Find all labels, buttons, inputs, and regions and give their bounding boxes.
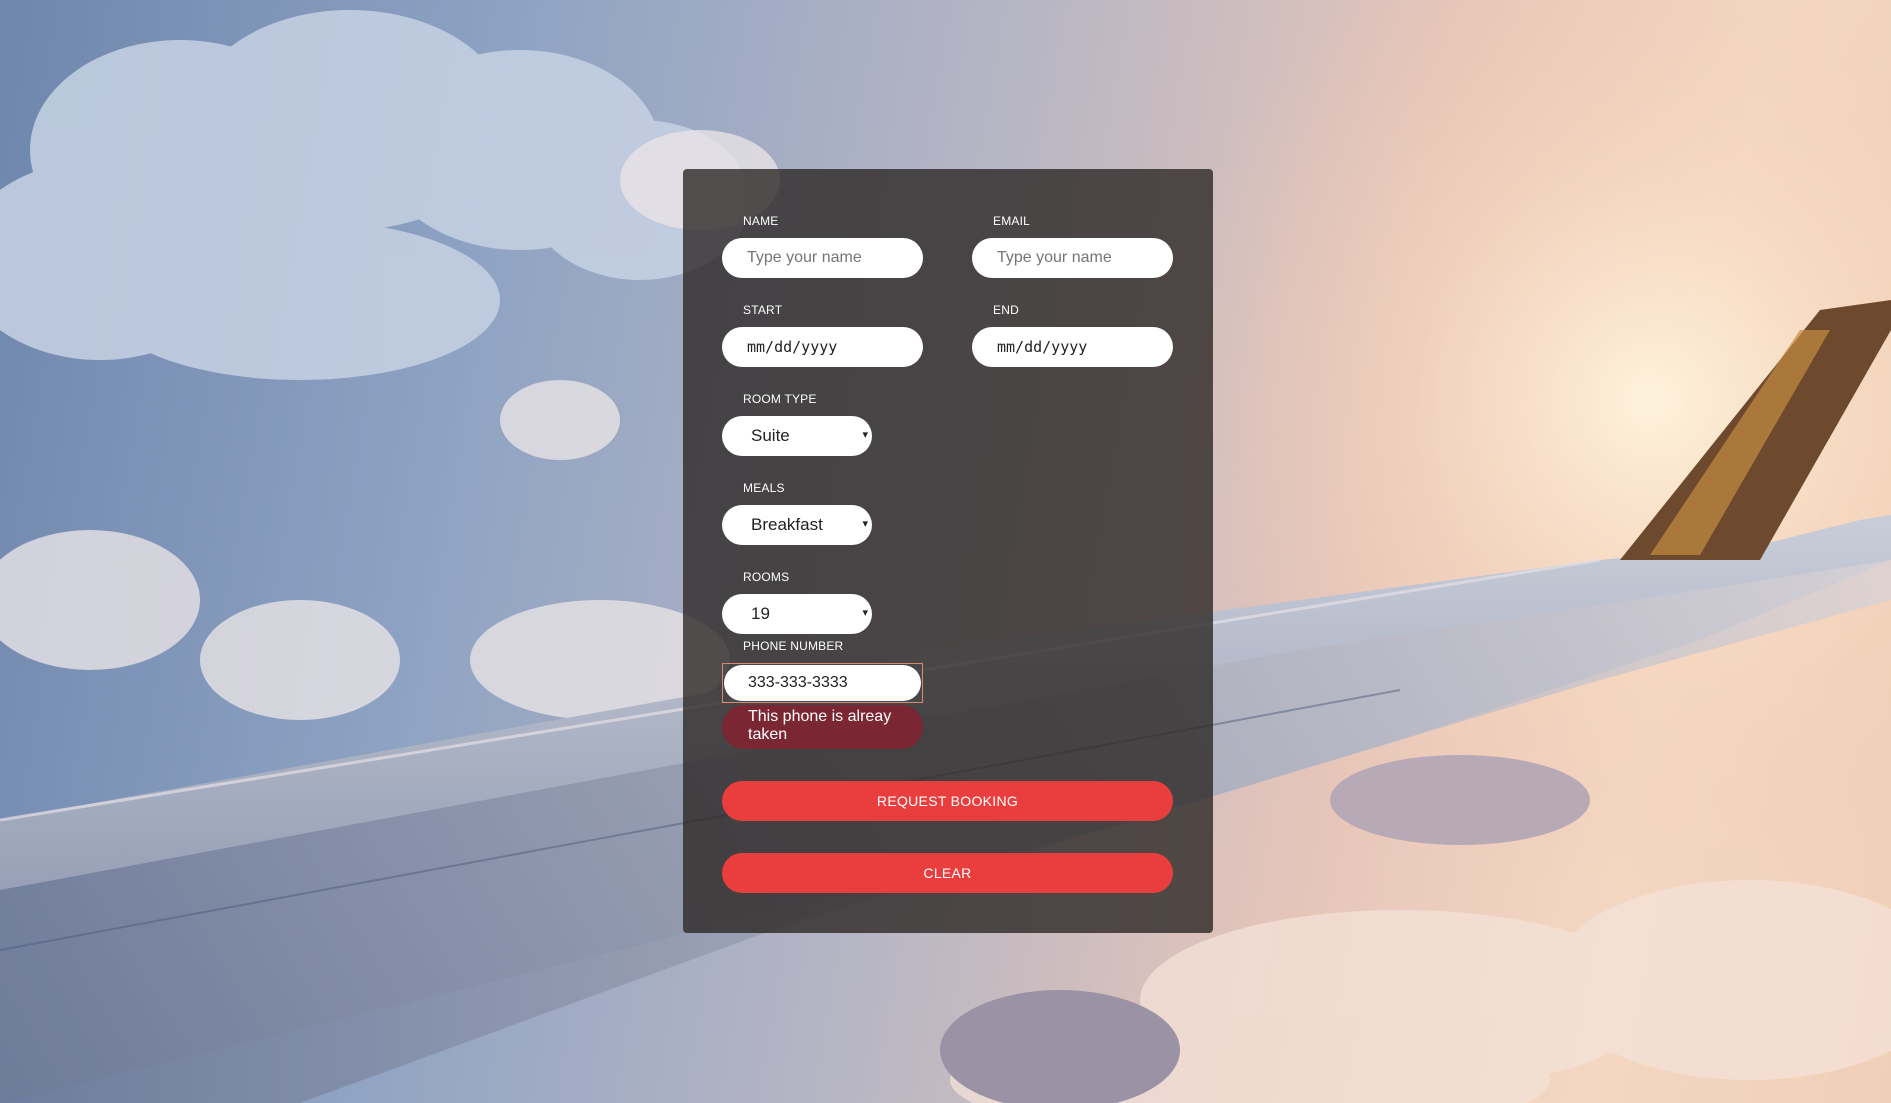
phone-label: PHONE NUMBER	[743, 639, 844, 653]
phone-error-message: This phone is alreay taken	[722, 705, 923, 749]
dropdown-arrow-icon: ▾	[862, 518, 868, 530]
phone-input[interactable]	[724, 665, 921, 701]
meals-select[interactable]: Breakfast ▾	[722, 505, 872, 545]
rooms-value: 19	[751, 604, 770, 623]
room-type-label: ROOM TYPE	[743, 392, 817, 406]
phone-field-invalid-outline	[722, 663, 923, 703]
email-input[interactable]	[972, 238, 1173, 278]
dropdown-arrow-icon: ▾	[862, 607, 868, 619]
rooms-select[interactable]: 19 ▾	[722, 594, 872, 634]
end-date-input[interactable]: mm/dd/yyyy	[972, 327, 1173, 367]
start-label: START	[743, 303, 783, 317]
email-label: EMAIL	[993, 214, 1031, 228]
dropdown-arrow-icon: ▾	[862, 429, 868, 441]
name-input[interactable]	[722, 238, 923, 278]
room-type-select[interactable]: Suite ▾	[722, 416, 872, 456]
room-type-value: Suite	[751, 426, 790, 445]
request-booking-button[interactable]: REQUEST BOOKING	[722, 781, 1173, 821]
start-date-value: mm/dd/yyyy	[747, 338, 838, 356]
rooms-label: ROOMS	[743, 570, 790, 584]
meals-label: MEALS	[743, 481, 785, 495]
meals-value: Breakfast	[751, 515, 823, 534]
end-label: END	[993, 303, 1019, 317]
start-date-input[interactable]: mm/dd/yyyy	[722, 327, 923, 367]
name-label: NAME	[743, 214, 779, 228]
end-date-value: mm/dd/yyyy	[997, 338, 1088, 356]
clear-button[interactable]: CLEAR	[722, 853, 1173, 893]
